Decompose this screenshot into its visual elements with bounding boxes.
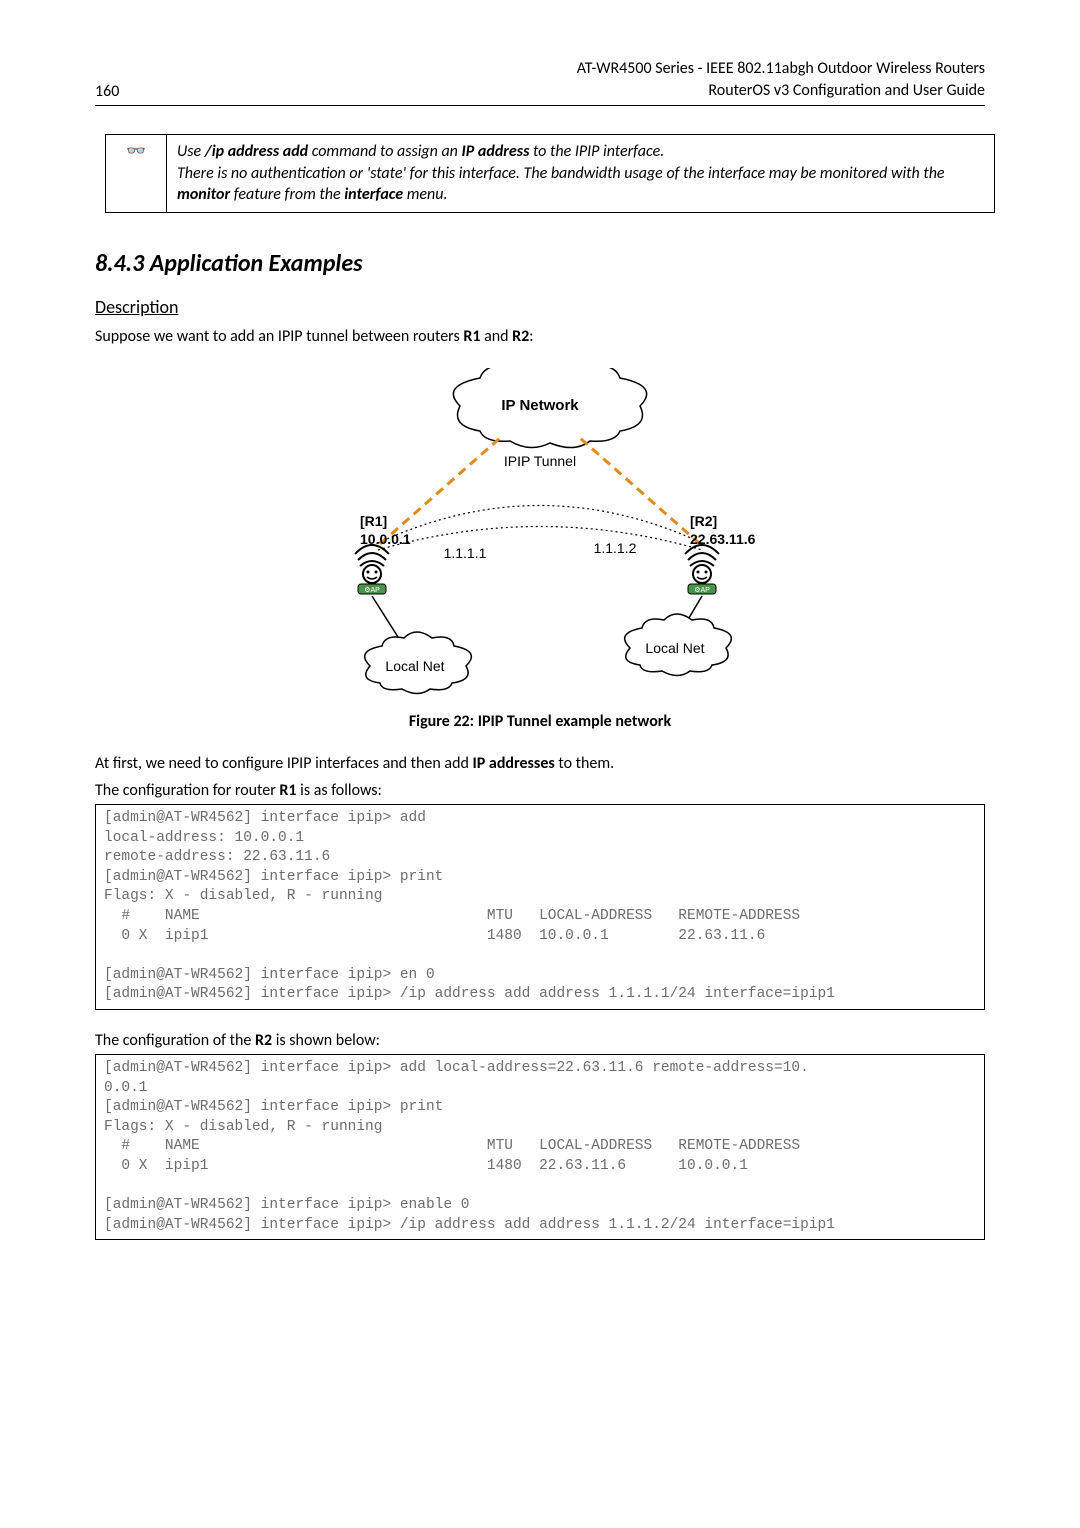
note-prefix: Use (177, 142, 205, 161)
intro-paragraph: Suppose we want to add an IPIP tunnel be… (95, 326, 985, 348)
intro-r2: R2 (512, 327, 529, 346)
intro-b: and (480, 327, 512, 346)
r1-label: [R1] (360, 513, 387, 529)
local-net-left-label: Local Net (385, 658, 444, 674)
para-r1-config: The configuration for router R1 is as fo… (95, 780, 985, 802)
intro-a: Suppose we want to add an IPIP tunnel be… (95, 327, 463, 346)
code-block-r2: [admin@AT-WR4562] interface ipip> add lo… (95, 1054, 985, 1240)
ip-network-label: IP Network (501, 397, 579, 414)
note-text: Use /ip address add command to assign an… (167, 135, 995, 213)
header-titles: AT-WR4500 Series - IEEE 802.11abgh Outdo… (577, 58, 985, 101)
figure-caption: Figure 22: IPIP Tunnel example network (95, 712, 985, 731)
svg-text:⚙AP: ⚙AP (364, 586, 380, 594)
glasses-icon: 👓 (106, 135, 167, 213)
para3-a: The configuration for router (95, 781, 279, 800)
ip-network-cloud: IP Network (453, 368, 646, 448)
local-net-right: Local Net (625, 614, 732, 676)
para4-a: The configuration of the (95, 1031, 255, 1050)
header-rule (95, 105, 985, 106)
para-config-intro: At first, we need to configure IPIP inte… (95, 753, 985, 775)
tunnel-arc-top (378, 506, 702, 544)
network-diagram: IP Network IPIP Tunnel 1.1.1.1 1.1.1.2 [… (260, 368, 820, 698)
intro-c: : (529, 327, 533, 346)
note-line2a: There is no authentication or 'state' fo… (177, 164, 945, 183)
code-block-r1: [admin@AT-WR4562] interface ipip> add lo… (95, 804, 985, 1010)
para3-b: R1 (279, 781, 296, 800)
link-r1-cloud (380, 438, 500, 544)
tunnel-arc-bottom (378, 527, 702, 551)
page-number: 160 (95, 82, 119, 101)
router-r2: [R2] 22.63.11.6 ⚙AP (685, 513, 756, 594)
note-monitor: monitor (177, 185, 230, 204)
para3-c: is as follows: (297, 781, 382, 800)
local-net-left: Local Net (365, 632, 472, 694)
para-r2-config: The configuration of the R2 is shown bel… (95, 1030, 985, 1052)
ipip-tunnel-label: IPIP Tunnel (504, 453, 576, 469)
page-header: 160 AT-WR4500 Series - IEEE 802.11abgh O… (95, 58, 985, 101)
para2-c: to them. (555, 754, 614, 773)
intro-r1: R1 (463, 327, 480, 346)
section-heading: 8.4.3 Application Examples (95, 249, 985, 278)
note-mid1: command to assign an (308, 142, 461, 161)
description-heading: Description (95, 296, 985, 318)
header-title-2: RouterOS v3 Configuration and User Guide (577, 80, 985, 102)
para2-b: IP addresses (473, 754, 555, 773)
note-ipaddr: IP address (462, 142, 530, 161)
para4-c: is shown below: (272, 1031, 380, 1050)
local-net-right-label: Local Net (645, 640, 704, 656)
note-interface: interface (344, 185, 403, 204)
tunnel-right-addr: 1.1.1.2 (594, 540, 637, 556)
r2-label: [R2] (690, 513, 717, 529)
para2-a: At first, we need to configure IPIP inte… (95, 754, 473, 773)
router-r1: [R1] 10.0.0.1 ⚙AP (355, 513, 411, 594)
note-cmd: /ip address add (205, 142, 308, 161)
note-line2b: feature from the (230, 185, 344, 204)
header-title-1: AT-WR4500 Series - IEEE 802.11abgh Outdo… (577, 58, 985, 80)
para4-b: R2 (255, 1031, 272, 1050)
note-line2c: menu. (403, 185, 447, 204)
note-box: 👓 Use /ip address add command to assign … (105, 134, 995, 213)
link-r2-cloud (580, 438, 700, 544)
tunnel-left-addr: 1.1.1.1 (444, 545, 487, 561)
note-mid2: to the IPIP interface. (529, 142, 664, 161)
diagram-container: IP Network IPIP Tunnel 1.1.1.1 1.1.1.2 [… (95, 368, 985, 698)
svg-text:⚙AP: ⚙AP (694, 586, 710, 594)
